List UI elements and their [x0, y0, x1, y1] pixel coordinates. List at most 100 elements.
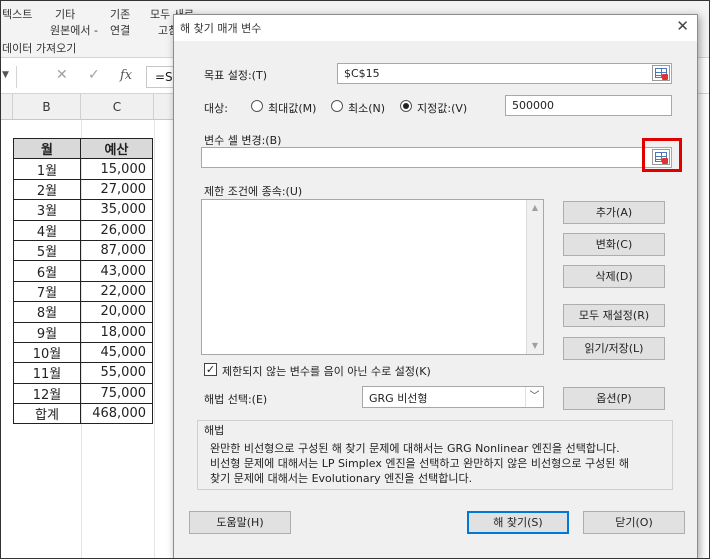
- table-row: 합계 468,000: [13, 403, 153, 425]
- budget-cell[interactable]: 35,000: [80, 199, 153, 221]
- highlight-annotation: [642, 138, 682, 172]
- objective-cell-input[interactable]: $C$15: [337, 63, 672, 84]
- table-row: 12월 75,000: [13, 382, 153, 405]
- month-cell[interactable]: 합계: [13, 403, 81, 425]
- namebox-dropdown-icon[interactable]: ▼: [2, 70, 9, 80]
- budget-cell[interactable]: 20,000: [80, 301, 153, 323]
- table-row: 8월 20,000: [13, 301, 153, 323]
- table-row: 9월 18,000: [13, 321, 153, 343]
- ribbon-item[interactable]: 원본에서 -: [50, 22, 98, 38]
- budget-cell[interactable]: 55,000: [80, 362, 153, 384]
- add-button[interactable]: 추가(A): [563, 201, 665, 224]
- month-cell[interactable]: 3월: [13, 199, 81, 221]
- corner-cell[interactable]: [0, 94, 13, 120]
- month-cell[interactable]: 10월: [13, 341, 81, 364]
- month-cell[interactable]: 9월: [13, 321, 81, 343]
- month-cell[interactable]: 1월: [13, 158, 81, 180]
- budget-cell[interactable]: 468,000: [80, 403, 153, 425]
- ribbon-item[interactable]: 연결: [110, 22, 130, 38]
- solving-method-value: GRG 비선형: [369, 392, 428, 405]
- budget-cell[interactable]: 22,000: [80, 280, 153, 303]
- column-header-b[interactable]: B: [13, 94, 81, 120]
- make-unconstrained-nonnegative-checkbox[interactable]: ✓: [204, 363, 217, 376]
- divider: [16, 66, 17, 88]
- header-month[interactable]: 월: [13, 137, 81, 160]
- budget-cell[interactable]: 45,000: [80, 341, 153, 364]
- changing-cells-input[interactable]: [201, 147, 672, 168]
- table-header-row: 월 예산: [13, 137, 153, 160]
- radio-max[interactable]: [251, 100, 263, 112]
- budget-cell[interactable]: 26,000: [80, 219, 153, 241]
- dialog-title: 해 찾기 매개 변수: [180, 22, 262, 35]
- budget-cell[interactable]: 18,000: [80, 321, 153, 343]
- month-cell[interactable]: 8월: [13, 301, 81, 323]
- radio-min-label[interactable]: 최소(N): [348, 100, 385, 116]
- header-budget[interactable]: 예산: [80, 137, 153, 160]
- collapse-ref-icon[interactable]: [652, 65, 670, 81]
- insert-function-icon[interactable]: fx: [120, 68, 132, 83]
- budget-cell[interactable]: 75,000: [80, 382, 153, 405]
- month-cell[interactable]: 12월: [13, 382, 81, 405]
- close-button[interactable]: 닫기(O): [583, 511, 685, 534]
- budget-cell[interactable]: 87,000: [80, 239, 153, 262]
- delete-button[interactable]: 삭제(D): [563, 265, 665, 288]
- month-cell[interactable]: 11월: [13, 362, 81, 384]
- ribbon-item[interactable]: 기존: [110, 6, 130, 22]
- solving-method-select[interactable]: GRG 비선형 ﹀: [362, 386, 544, 408]
- table-row: 1월 15,000: [13, 158, 153, 180]
- description-line: 찾기 문제에 대해서는 Evolutionary 엔진을 선택합니다.: [210, 472, 473, 485]
- objective-label: 목표 설정:(T): [204, 69, 267, 82]
- help-button[interactable]: 도움말(H): [189, 511, 291, 534]
- table-row: 7월 22,000: [13, 280, 153, 303]
- constraints-list[interactable]: ▲ ▼: [201, 199, 544, 355]
- table-row: 2월 27,000: [13, 178, 153, 201]
- budget-cell[interactable]: 15,000: [80, 158, 153, 180]
- budget-cell[interactable]: 27,000: [80, 178, 153, 201]
- load-save-button[interactable]: 읽기/저장(L): [563, 337, 665, 360]
- close-icon[interactable]: ✕: [676, 17, 689, 35]
- dialog-titlebar[interactable]: 해 찾기 매개 변수 ✕: [174, 15, 697, 41]
- group-title: 해법: [202, 422, 227, 438]
- solver-parameters-dialog: 해 찾기 매개 변수 ✕ 목표 설정:(T) $C$15 대상: 최대값(M) …: [173, 14, 698, 559]
- radio-max-label[interactable]: 최대값(M): [268, 100, 316, 116]
- to-label: 대상:: [204, 102, 228, 115]
- cancel-formula-icon[interactable]: ✕: [56, 67, 68, 83]
- budget-table: 월 예산 1월 15,000 2월 27,000 3월 35,000 4월 26,000 5월 8…: [13, 137, 153, 425]
- month-cell[interactable]: 4월: [13, 219, 81, 241]
- column-header-c[interactable]: C: [81, 94, 154, 120]
- chevron-down-icon[interactable]: ﹀: [525, 387, 543, 407]
- table-row: 3월 35,000: [13, 199, 153, 221]
- table-row: 6월 43,000: [13, 260, 153, 282]
- ribbon-item[interactable]: 기타: [55, 6, 75, 22]
- month-cell[interactable]: 6월: [13, 260, 81, 282]
- solve-button[interactable]: 해 찾기(S): [467, 511, 569, 534]
- constraints-label: 제한 조건에 종속:(U): [204, 185, 303, 198]
- table-row: 5월 87,000: [13, 239, 153, 262]
- description-line: 비선형 문제에 대해서는 LP Simplex 엔진을 선택하고 완만하지 않은…: [210, 457, 629, 470]
- change-button[interactable]: 변화(C): [563, 233, 665, 256]
- budget-cell[interactable]: 43,000: [80, 260, 153, 282]
- radio-value-of[interactable]: [400, 100, 412, 112]
- gridline: [154, 120, 155, 559]
- constraints-scrollbar[interactable]: ▲ ▼: [526, 200, 543, 354]
- radio-min[interactable]: [331, 100, 343, 112]
- month-cell[interactable]: 7월: [13, 280, 81, 303]
- table-row: 10월 45,000: [13, 341, 153, 364]
- month-cell[interactable]: 5월: [13, 239, 81, 262]
- scroll-down-icon[interactable]: ▼: [527, 338, 543, 354]
- ribbon-item[interactable]: 텍스트: [2, 6, 32, 22]
- table-row: 11월 55,000: [13, 362, 153, 384]
- reset-all-button[interactable]: 모두 재설정(R): [563, 304, 665, 327]
- radio-value-of-label[interactable]: 지정값:(V): [417, 100, 467, 116]
- description-line: 완만한 비선형으로 구성된 해 찾기 문제에 대해서는 GRG Nonlinea…: [210, 442, 620, 455]
- ribbon-group-label: 데이터 가져오기: [2, 42, 77, 55]
- solving-method-label: 해법 선택:(E): [204, 393, 268, 406]
- month-cell[interactable]: 2월: [13, 178, 81, 201]
- options-button[interactable]: 옵션(P): [563, 387, 665, 410]
- table-row: 4월 26,000: [13, 219, 153, 241]
- value-of-input[interactable]: 500000: [505, 95, 672, 116]
- changing-cells-label: 변수 셀 변경:(B): [204, 134, 282, 147]
- scroll-up-icon[interactable]: ▲: [527, 200, 543, 216]
- enter-formula-icon[interactable]: ✓: [88, 67, 100, 83]
- nonnegative-label[interactable]: 제한되지 않는 변수를 음이 아닌 수로 설정(K): [222, 363, 431, 379]
